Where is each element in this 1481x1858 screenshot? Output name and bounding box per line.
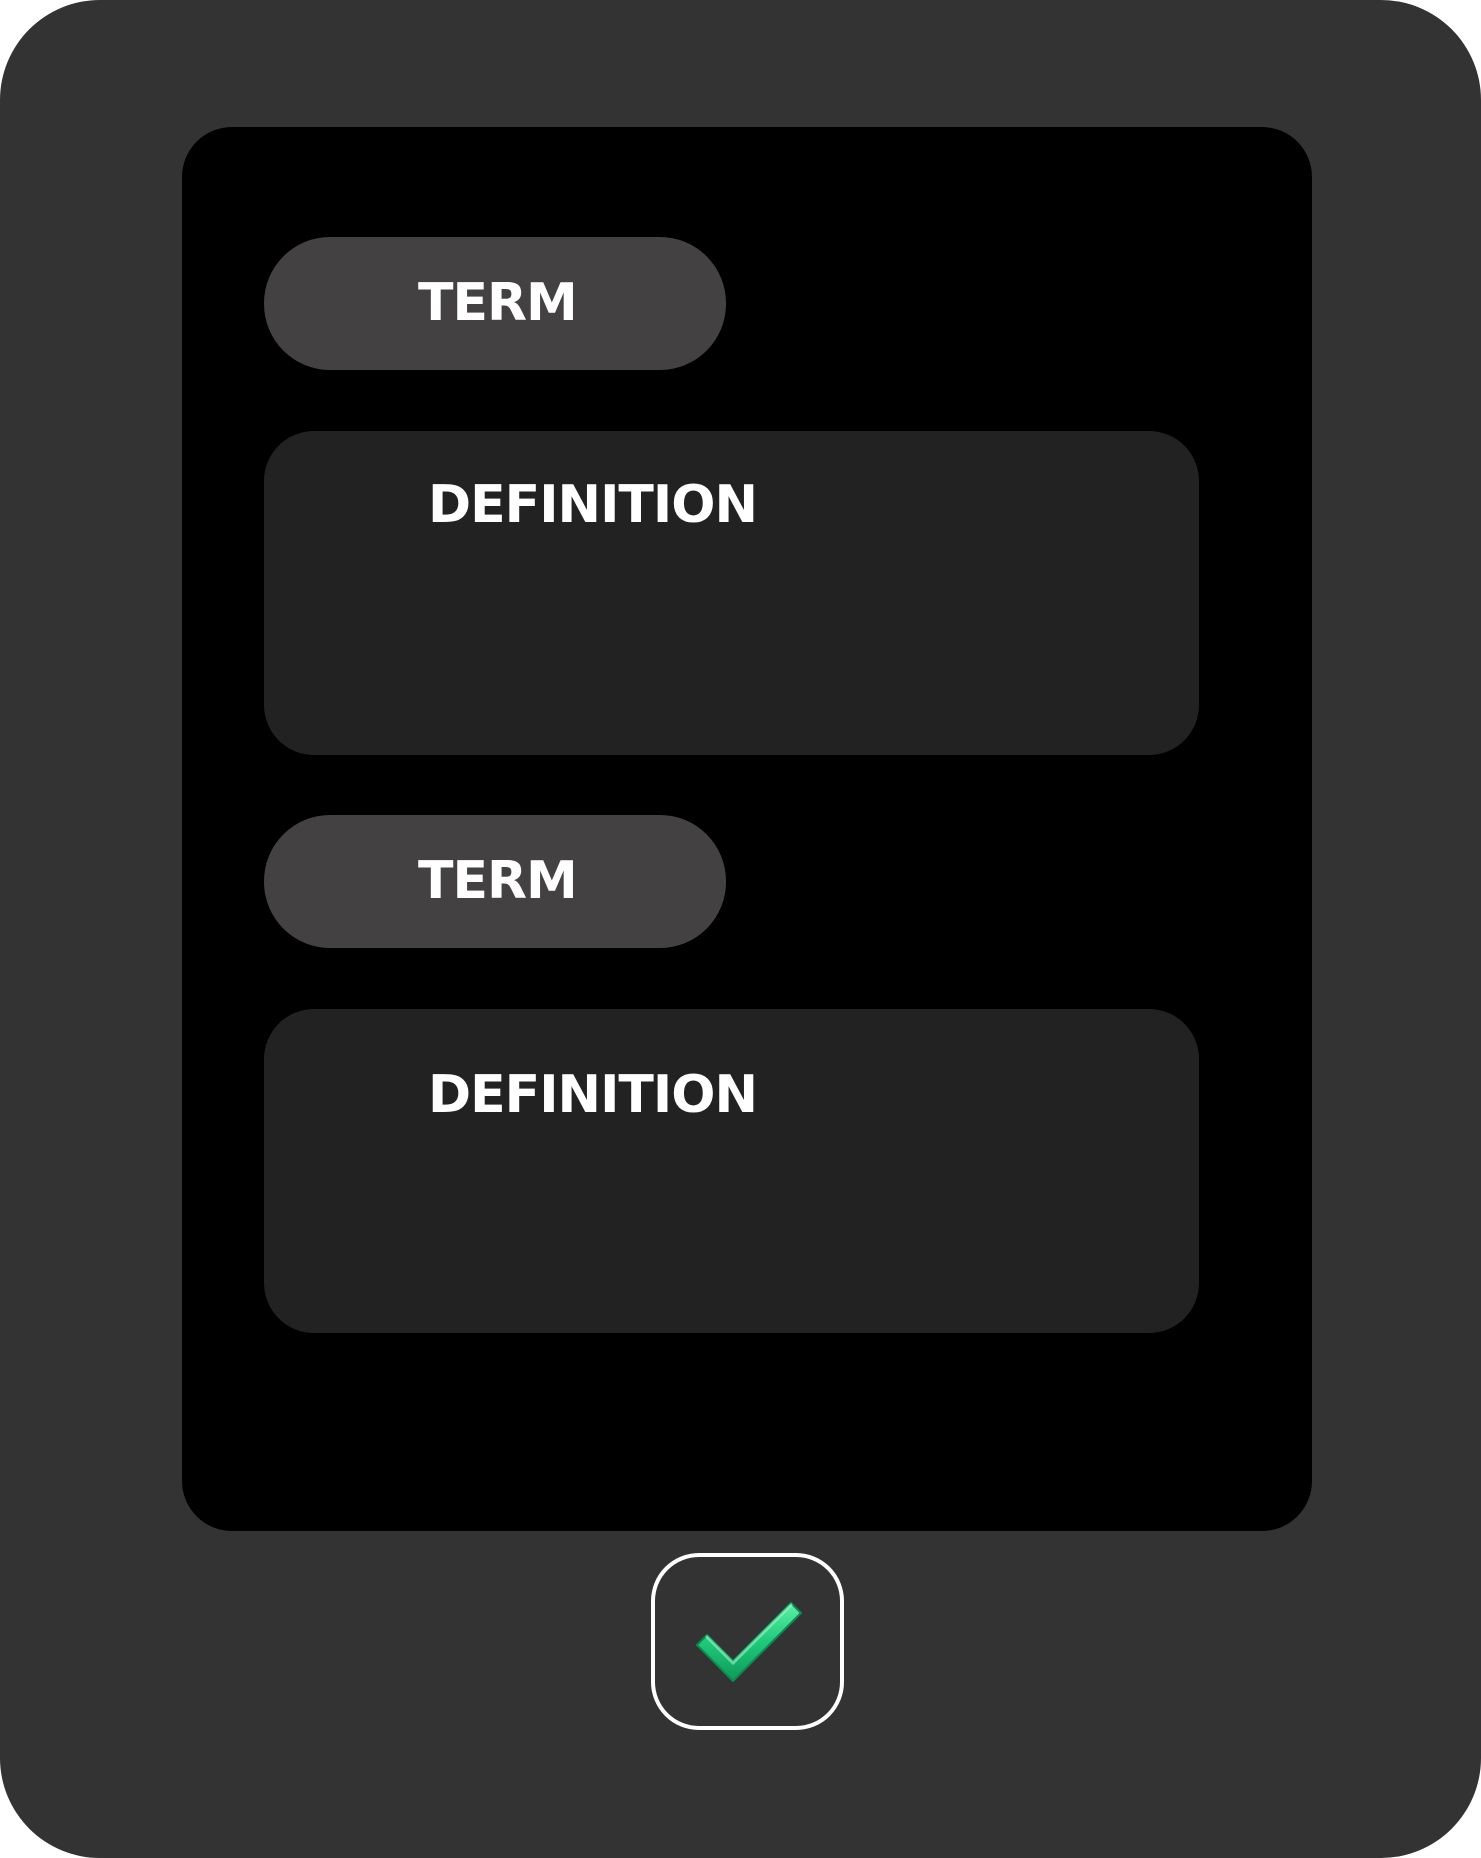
device-frame: TERM DEFINITION TERM DEFINITION	[0, 0, 1481, 1858]
definition-field-2[interactable]: DEFINITION	[264, 1009, 1199, 1333]
confirm-button[interactable]	[651, 1553, 844, 1730]
term-label-2: TERM	[418, 851, 578, 911]
term-field-2[interactable]: TERM	[264, 815, 726, 948]
flashcard-screen: TERM DEFINITION TERM DEFINITION	[182, 127, 1312, 1531]
term-field-1[interactable]: TERM	[264, 237, 726, 370]
term-label-1: TERM	[418, 273, 578, 333]
definition-label-2: DEFINITION	[428, 1065, 758, 1125]
definition-field-1[interactable]: DEFINITION	[264, 431, 1199, 755]
checkmark-icon	[696, 1602, 802, 1682]
definition-label-1: DEFINITION	[428, 475, 758, 535]
